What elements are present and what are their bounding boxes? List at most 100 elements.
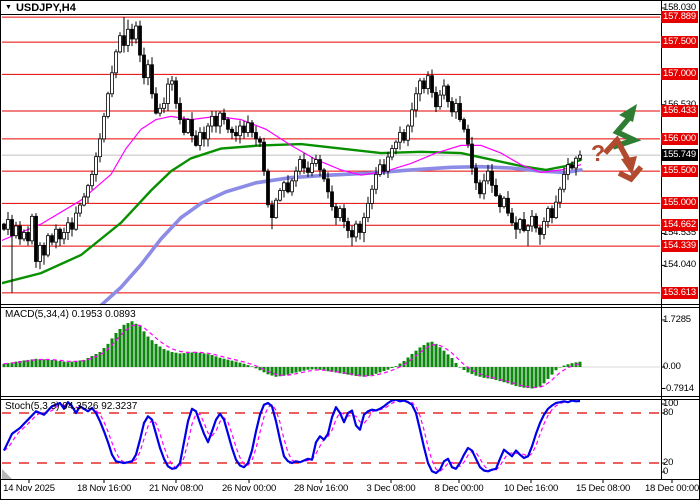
candle-body [542,221,546,235]
candle-body [354,223,358,238]
macd-histogram-bar [282,367,286,376]
ma-mid-line [2,142,583,285]
candle-body [210,115,214,127]
candle-body [262,141,266,172]
macd-histogram-bar [250,366,254,367]
candle-body [166,83,170,104]
candle-body [298,159,302,172]
macd-scale-label: -0.7914 [663,382,694,394]
candle-body [142,54,146,79]
macd-histogram-bar [150,340,154,367]
macd-histogram-bar [142,331,146,367]
candle-body [502,197,506,208]
candle-body [58,228,62,240]
price-level-badge: 157.500 [661,36,698,49]
candle-body [102,115,106,140]
candle-body [490,170,494,186]
macd-histogram-bar [458,367,462,368]
candle-body [62,232,66,240]
candle-body [454,103,458,113]
macd-histogram-bar [454,362,458,367]
symbol-selector[interactable]: ▼ USDJPY,H4 [5,2,76,14]
macd-histogram-bar [138,326,142,367]
candle-body [350,230,354,238]
stoch-name: Stoch(5,3,3) [5,401,60,412]
price-axis[interactable]: 158.030156.530154.535154.040153.545157.8… [660,1,699,479]
candle-body [222,112,226,120]
candle-body [294,170,298,182]
candle-body [270,204,274,219]
candle-body [122,35,126,46]
candle-body [306,167,310,173]
macd-histogram-bar [410,353,414,367]
macd-histogram-bar [46,359,50,367]
stoch-indicator-label: Stoch(5,3,3) 94.3526 92.3237 [5,401,137,412]
candle-body [158,107,162,114]
candle-body [50,235,54,243]
time-label: 14 Nov 2025 [3,483,55,494]
macd-histogram-bar [578,361,582,367]
time-label: 26 Nov 00:00 [221,483,277,494]
macd-histogram-bar [146,336,150,367]
macd-histogram-bar [134,323,138,367]
time-label: 21 Nov 08:00 [148,483,204,494]
macd-histogram-bar [58,361,62,367]
macd-name: MACD(5,34,4) [5,309,69,320]
chart-canvas[interactable]: ? [1,1,700,500]
macd-histogram-bar [538,367,542,387]
macd-histogram-bar [314,367,318,370]
question-mark: ? [591,140,605,166]
macd-signal-value: 0.0893 [105,309,136,320]
candle-body [98,138,102,158]
macd-histogram-bar [294,367,298,373]
candle-body [566,164,570,175]
candle-body [546,208,550,222]
candle-body [474,167,478,184]
macd-indicator-label: MACD(5,34,4) 0.1953 0.0893 [5,309,136,320]
macd-histogram-bar [102,347,106,367]
time-axis[interactable]: 14 Nov 2025 18 Nov 16:00 21 Nov 08:00 26 No… [1,480,699,499]
time-label: 8 Dec 00:00 [434,483,484,494]
candle-body [410,109,414,127]
candle-body [374,174,378,190]
candle-body [178,103,182,120]
macd-histogram-bar [438,347,442,367]
candle-body [118,35,122,53]
candle-body [442,85,446,96]
candle-body [470,143,474,169]
macd-histogram-bar [462,367,466,370]
candle-body [18,225,22,240]
up-arrow-head [619,104,637,122]
candle-body [406,125,410,141]
candle-body [518,219,522,230]
macd-histogram-bar [182,353,186,367]
macd-histogram-bar [290,367,294,374]
macd-histogram-bar [346,367,350,375]
pane-resize-grip[interactable] [2,469,12,479]
candle-body [42,244,46,256]
macd-histogram-bar [562,365,566,367]
macd-histogram-bar [106,343,110,367]
macd-histogram-bar [518,367,522,387]
candle-body [358,223,362,233]
candle-body [522,219,526,231]
candle-body [198,132,202,146]
candle-body [430,75,434,93]
candle-body [334,206,338,219]
macd-histogram-bar [226,359,230,367]
candle-body [214,115,218,127]
macd-histogram-bar [422,344,426,367]
candle-body [226,119,230,130]
candle-body [234,132,238,137]
stoch-scale-label: 80 [663,407,674,418]
macd-histogram-bar [370,367,374,376]
macd-histogram-bar [166,350,170,367]
candle-body [538,227,542,235]
macd-histogram-bar [446,354,450,367]
candle-body [154,93,158,114]
candle-body [130,28,134,40]
candle-body [386,156,390,172]
candle-body [314,159,318,164]
candle-body [190,119,194,137]
candle-body [318,159,322,171]
